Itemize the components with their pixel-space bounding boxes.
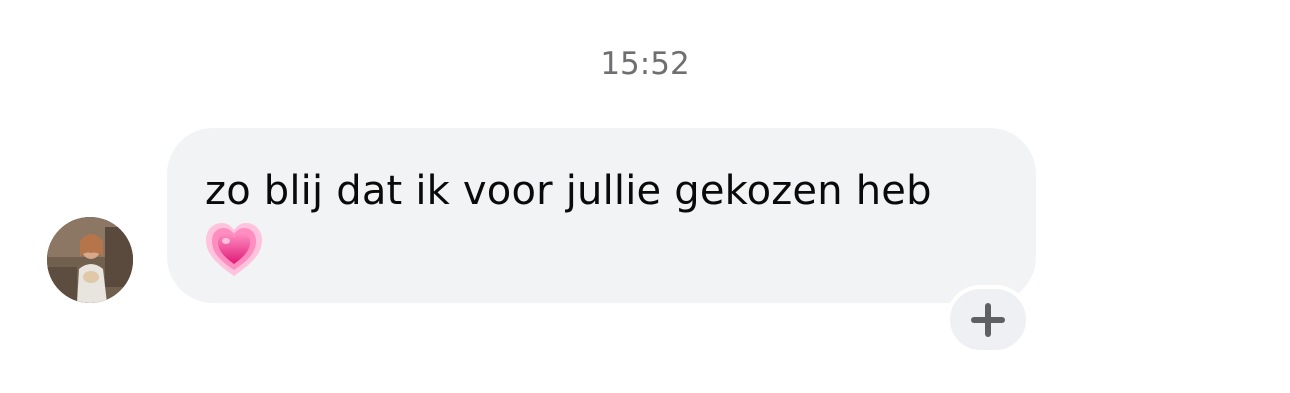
avatar-photo-icon: [47, 217, 133, 303]
add-reaction-button[interactable]: [946, 285, 1030, 354]
plus-icon: [971, 302, 1005, 337]
message-bubble[interactable]: zo blij dat ik voor jullie gekozen heb: [167, 128, 1036, 303]
growing-heart-icon: [206, 223, 262, 276]
message-timestamp: 15:52: [600, 46, 690, 82]
message-text: zo blij dat ik voor jullie gekozen heb: [205, 168, 932, 214]
chat-thread: 15:52 zo blij dat ik voor jullie gekozen…: [0, 0, 1290, 393]
sender-avatar[interactable]: [47, 217, 133, 303]
